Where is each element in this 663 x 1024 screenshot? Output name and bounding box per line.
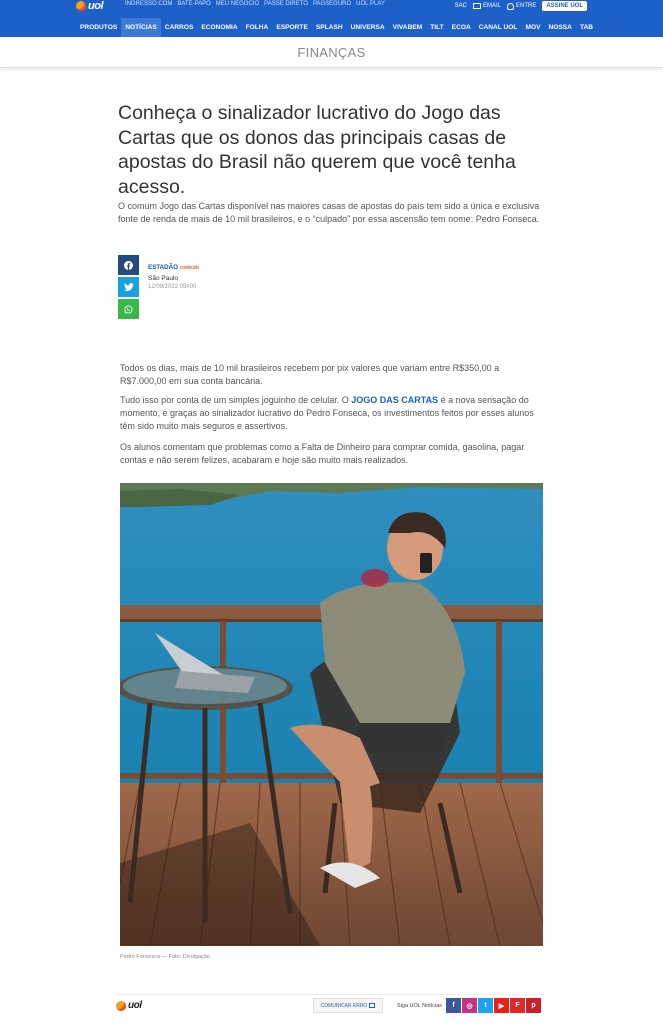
subscribe-button[interactable]: ASSINE UOL xyxy=(542,1,587,11)
login-link[interactable]: ENTRE xyxy=(506,2,536,10)
top-link-3[interactable]: PASSE DIRETO xyxy=(264,1,308,7)
nav-item-universa[interactable]: UNIVERSA xyxy=(347,18,389,37)
email-link[interactable]: EMAIL xyxy=(472,3,501,9)
message-icon xyxy=(369,1003,376,1008)
pinterest-icon[interactable]: p xyxy=(526,998,541,1013)
nav-item-carros[interactable]: CARROS xyxy=(161,18,198,37)
nav-item-folha[interactable]: FOLHA xyxy=(242,18,273,37)
main-nav: PRODUTOS NOTÍCIAS CARROS ECONOMIA FOLHA ESPOR… xyxy=(76,18,597,37)
footer-divider xyxy=(116,994,544,995)
twitter-icon xyxy=(123,283,134,291)
youtube-icon[interactable]: ▶ xyxy=(494,998,509,1013)
top-link-0[interactable]: INGRESSO.COM xyxy=(125,1,172,7)
flipboard-icon[interactable]: F xyxy=(510,998,525,1013)
photo-caption: Pedro Foncesca — Foto: Divulgação xyxy=(120,954,210,960)
footer-uol-logo[interactable]: uol xyxy=(116,1000,142,1011)
nav-item-tab[interactable]: TAB xyxy=(576,18,597,37)
article-paragraph-3: Os alunos comentam que problemas como a … xyxy=(120,442,525,465)
report-error-button[interactable]: COMUNICAR ERRO xyxy=(313,998,383,1013)
top-link-2[interactable]: MEU NEGÓCIO xyxy=(216,1,259,7)
photo-illustration xyxy=(120,483,543,946)
follow-label: Siga UOL Notícias xyxy=(397,1003,443,1009)
top-link-1[interactable]: BATE-PAPO xyxy=(177,1,210,7)
uol-logo-icon xyxy=(76,1,86,11)
uol-logo[interactable]: uol xyxy=(76,0,104,12)
top-link-4[interactable]: PAGSEGURO xyxy=(313,1,351,7)
nav-item-canal-uol[interactable]: CANAL UOL xyxy=(475,18,522,37)
nav-item-splash[interactable]: SPLASH xyxy=(312,18,347,37)
article-paragraph-1: Todos os dias, mais de 10 mil brasileiro… xyxy=(120,363,500,386)
article-date: 12/09/2022 05h00 xyxy=(148,284,197,290)
nav-item-tilt[interactable]: TILT xyxy=(426,18,447,37)
section-title[interactable]: FINANÇAS xyxy=(297,45,365,60)
whatsapp-icon xyxy=(124,304,133,314)
top-right-actions: SAC EMAIL ENTRE ASSINE UOL xyxy=(455,0,587,12)
user-icon xyxy=(506,2,514,10)
nav-item-nossa[interactable]: NOSSA xyxy=(544,18,575,37)
share-whatsapp-button[interactable] xyxy=(118,299,139,319)
section-header: FINANÇAS xyxy=(0,37,663,68)
nav-item-mov[interactable]: MOV xyxy=(521,18,544,37)
facebook-icon xyxy=(124,260,133,270)
top-links: INGRESSO.COM BATE-PAPO MEU NEGÓCIO PASSE DI… xyxy=(125,1,385,7)
nav-item-vivabem[interactable]: VIVABEM xyxy=(389,18,427,37)
article-lede: O comum Jogo das Cartas disponível nas m… xyxy=(118,201,540,224)
jogo-das-cartas-link[interactable]: JOGO DAS CARTAS xyxy=(351,395,438,405)
nav-item-ecoa[interactable]: ECOA xyxy=(448,18,475,37)
uol-logo-icon xyxy=(116,1000,126,1011)
source-brand: ESTADÃO conteúdo xyxy=(148,264,199,271)
top-header: uol INGRESSO.COM BATE-PAPO MEU NEGÓCIO PASS… xyxy=(0,0,663,37)
share-facebook-button[interactable] xyxy=(118,255,139,275)
article-headline: Conheça o sinalizador lucrativo do Jogo … xyxy=(118,102,516,198)
footer-social-links: f ◎ t ▶ Fp xyxy=(446,998,541,1013)
top-link-5[interactable]: UOL PLAY xyxy=(356,1,385,7)
article-photo xyxy=(120,483,543,946)
nav-item-not-cias[interactable]: NOTÍCIAS xyxy=(121,18,161,37)
instagram-icon[interactable]: ◎ xyxy=(462,998,477,1013)
email-icon xyxy=(472,3,481,9)
share-twitter-button[interactable] xyxy=(118,277,139,297)
article-paragraph-2: Tudo isso por conta de um simples joguin… xyxy=(120,395,534,431)
twitter-icon[interactable]: t xyxy=(478,998,493,1013)
nav-item-produtos[interactable]: PRODUTOS xyxy=(76,18,121,37)
article-source: ESTADÃO conteúdo São Paulo 12/09/2022 05h… xyxy=(148,264,199,290)
article-place: São Paulo xyxy=(148,275,178,282)
facebook-icon[interactable]: f xyxy=(446,998,461,1013)
nav-item-economia[interactable]: ECONOMIA xyxy=(197,18,241,37)
nav-item-esporte[interactable]: ESPORTE xyxy=(272,18,312,37)
sac-link[interactable]: SAC xyxy=(455,3,467,9)
